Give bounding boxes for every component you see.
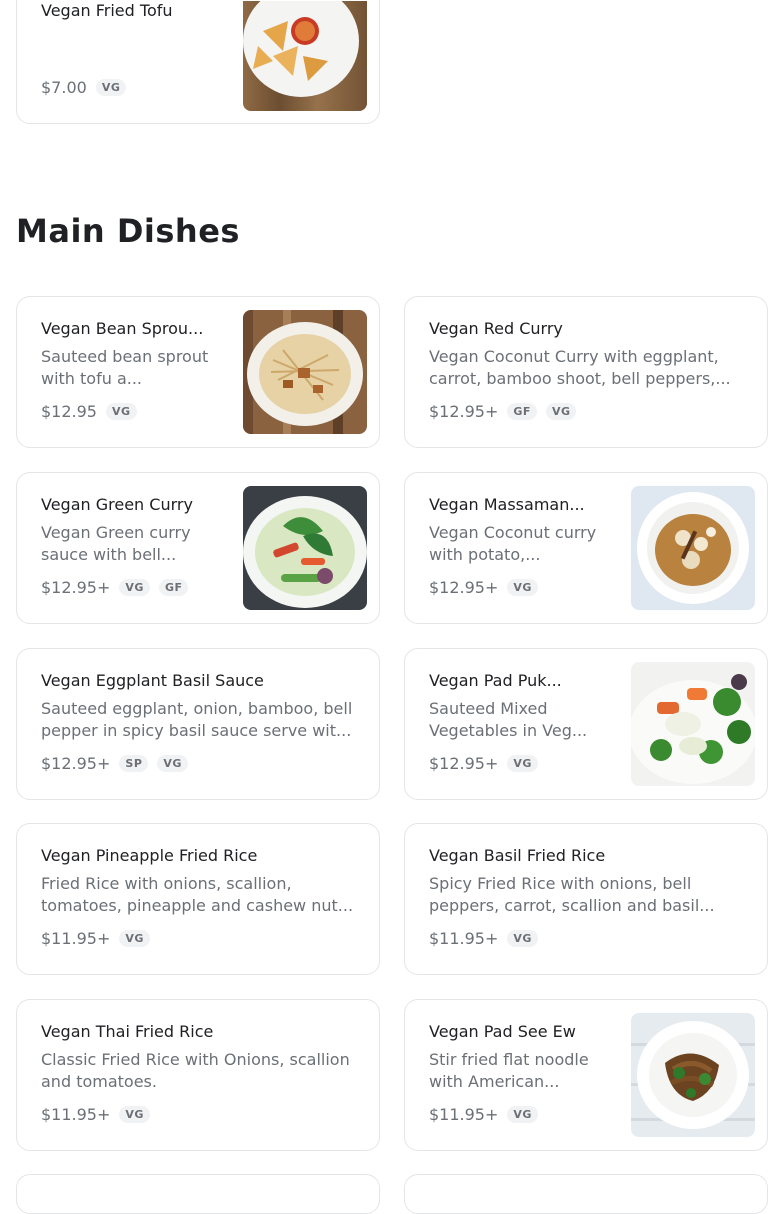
menu-item-description: Sauteed eggplant, onion, bamboo, bell pe… <box>41 699 353 740</box>
menu-item-price: $12.95 <box>41 401 97 421</box>
menu-item-card[interactable]: Vegan Fried Tofu $7.00 VG <box>16 0 380 124</box>
menu-item-price: $12.95+ <box>429 401 499 421</box>
green-curry-photo <box>243 486 367 610</box>
bean-sprout-photo <box>243 310 367 434</box>
menu-item-description: Sauteed bean sprout with tofu a... <box>41 347 209 388</box>
menu-item-card[interactable]: Vegan Green Curry Vegan Green curry sauc… <box>16 472 380 624</box>
menu-item-name: Vegan Pad See Ew <box>429 1022 576 1041</box>
menu-item-price: $11.95+ <box>429 1104 499 1124</box>
dietary-tag: VG <box>507 578 538 596</box>
dietary-tag: VG <box>119 578 150 596</box>
menu-item-card[interactable]: Vegan Basil Fried Rice Spicy Fried Rice … <box>404 823 768 975</box>
menu-item-name: Vegan Green Curry <box>41 495 193 514</box>
menu-item-card[interactable]: Vegan Massaman... Vegan Coconut curry wi… <box>404 472 768 624</box>
dietary-tag: GF <box>507 402 537 420</box>
dietary-tag: VG <box>157 754 188 772</box>
menu-item-card[interactable]: Vegan Eggplant Basil Sauce Sauteed eggpl… <box>16 648 380 800</box>
menu-item-price: $11.95+ <box>41 928 111 948</box>
dietary-tag: VG <box>119 1105 150 1123</box>
menu-item-price: $12.95+ <box>41 577 111 597</box>
menu-item-name: Vegan Basil Fried Rice <box>429 846 606 865</box>
menu-item-card[interactable]: Vegan Pad Puk... Sauteed Mixed Vegetable… <box>404 648 768 800</box>
massaman-curry-photo <box>631 486 755 610</box>
menu-item-price: $11.95+ <box>41 1104 111 1124</box>
menu-item-price: $7.00 <box>41 77 87 97</box>
menu-item-name: Vegan Bean Sprou... <box>41 319 204 338</box>
menu-item-name: Vegan Pad Puk... <box>429 671 562 690</box>
menu-item-description: Stir fried flat noodle with American... <box>429 1050 589 1091</box>
dietary-tag: SP <box>119 754 149 772</box>
menu-item-name: Vegan Massaman... <box>429 495 585 514</box>
dietary-tag: VG <box>119 929 150 947</box>
menu-item-price: $12.95+ <box>429 753 499 773</box>
dietary-tag: VG <box>507 929 538 947</box>
menu-item-description: Vegan Coconut Curry with eggplant, carro… <box>429 347 731 388</box>
menu-item-name: Vegan Eggplant Basil Sauce <box>41 671 264 690</box>
dietary-tag: VG <box>545 402 577 420</box>
menu-item-price: $11.95+ <box>429 928 499 948</box>
menu-item-card[interactable]: Vegan Pad See Ew Stir fried flat noodle … <box>404 999 768 1151</box>
menu-item-price: $12.95+ <box>429 577 499 597</box>
menu-item-description: Vegan Green curry sauce with bell... <box>41 523 191 564</box>
dietary-tag: VG <box>95 78 127 96</box>
pad-see-ew-photo <box>631 1013 755 1137</box>
section-title: Main Dishes <box>16 212 240 250</box>
menu-item-description: Spicy Fried Rice with onions, bell peppe… <box>429 874 715 915</box>
menu-item-description: Fried Rice with onions, scallion, tomato… <box>41 874 354 915</box>
dietary-tag: GF <box>158 578 189 596</box>
menu-item-name: Vegan Thai Fried Rice <box>41 1022 214 1041</box>
dietary-tag: VG <box>507 754 538 772</box>
menu-item-card[interactable] <box>16 1174 380 1214</box>
dietary-tag: VG <box>507 1105 538 1123</box>
menu-item-card[interactable]: Vegan Bean Sprou... Sauteed bean sprout … <box>16 296 380 448</box>
menu-item-name: Vegan Red Curry <box>429 319 563 338</box>
dietary-tag: VG <box>105 402 137 420</box>
mixed-vegetables-photo <box>631 662 755 786</box>
menu-item-description: Vegan Coconut curry with potato,... <box>429 523 597 564</box>
menu-item-name: Vegan Pineapple Fried Rice <box>41 846 258 865</box>
menu-item-description: Classic Fried Rice with Onions, scallion… <box>41 1050 350 1091</box>
fried-tofu-photo <box>243 1 367 111</box>
menu-item-card[interactable]: Vegan Thai Fried Rice Classic Fried Rice… <box>16 999 380 1151</box>
menu-item-card[interactable]: Vegan Red Curry Vegan Coconut Curry with… <box>404 296 768 448</box>
menu-item-name: Vegan Fried Tofu <box>41 1 173 20</box>
menu-item-price: $12.95+ <box>41 753 111 773</box>
menu-item-card[interactable]: Vegan Pineapple Fried Rice Fried Rice wi… <box>16 823 380 975</box>
menu-item-description: Sauteed Mixed Vegetables in Veg... <box>429 699 588 740</box>
menu-item-card[interactable] <box>404 1174 768 1214</box>
